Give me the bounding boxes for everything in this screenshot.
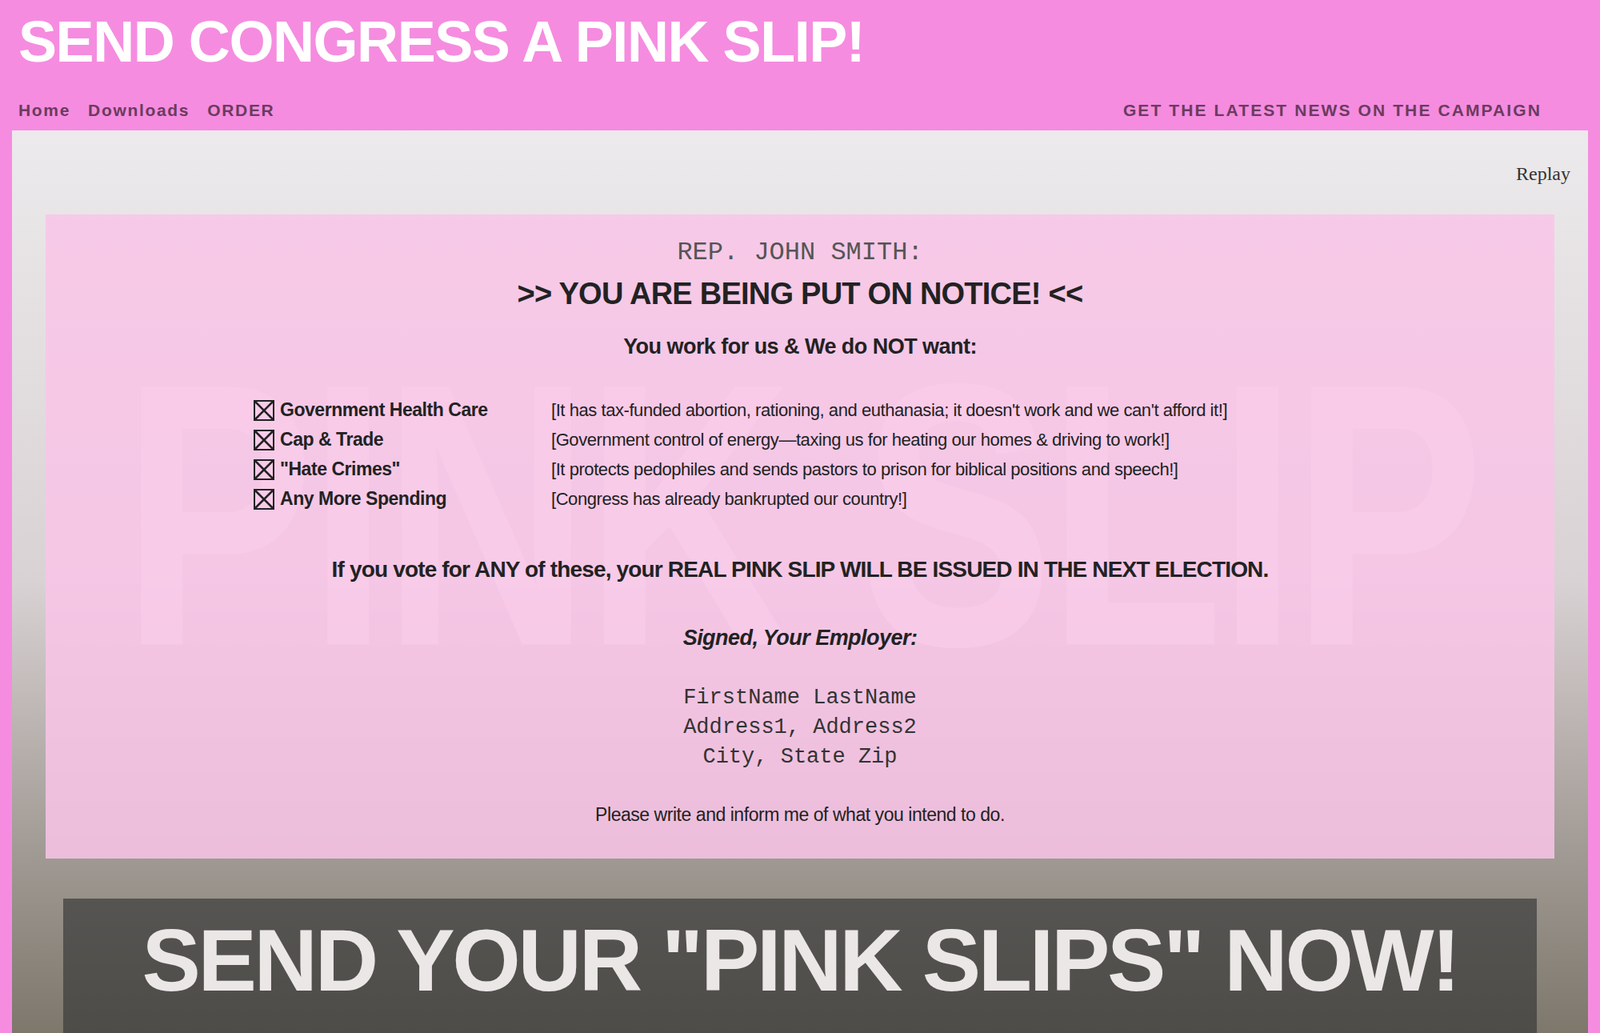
address-line: Address1, Address2: [683, 712, 917, 743]
intro: You work for us & We do NOT want:: [45, 332, 1555, 360]
demand-reason: [It has tax-funded abortion, rationing, …: [551, 396, 1228, 424]
news-link[interactable]: GET THE LATEST NEWS ON THE CAMPAIGN: [1123, 97, 1542, 124]
demand-label: Cap & Trade: [280, 425, 384, 454]
address-line: FirstName LastName: [683, 683, 917, 713]
demand-label: Any More Spending: [280, 484, 447, 513]
signature: Signed, Your Employer:: [45, 624, 1555, 652]
checkbox-x-icon[interactable]: [252, 399, 276, 422]
checkbox-x-icon[interactable]: [252, 428, 276, 452]
capitol-photo: PINK SLIPReplayREP. JOHN SMITH:>> YOU AR…: [12, 130, 1588, 1033]
warning: If you vote for ANY of these, your REAL …: [45, 555, 1555, 584]
demand-reason: [Government control of energy—taxing us …: [551, 426, 1170, 453]
replay-link[interactable]: Replay: [1516, 159, 1571, 188]
demand-label: Government Health Care: [280, 396, 488, 424]
notice-card: REP. JOHN SMITH: >> YOU ARE BEING PUT ON …: [45, 214, 1555, 859]
demand-row: "Hate Crimes" [It protects pedophiles and…: [252, 454, 1555, 484]
demand-row: Cap & Trade [Government control of energy…: [252, 424, 1555, 455]
demand-label: "Hate Crimes": [280, 455, 400, 484]
addressee: REP. JOHN SMITH:: [45, 236, 1555, 269]
headline: >> YOU ARE BEING PUT ON NOTICE! <<: [45, 275, 1555, 312]
demands-list: Government Health Care [It has tax-funded…: [45, 395, 1555, 514]
nav-bar: Home Downloads ORDER GET THE LATEST NEWS ON…: [18, 97, 1582, 124]
closing: Please write and inform me of what you i…: [45, 802, 1555, 827]
site-title: SEND CONGRESS A PINK SLIP!: [18, 12, 1582, 71]
demand-row: Any More Spending [Congress has already b…: [252, 484, 1555, 514]
address-block: FirstName LastNameAddress1, Address2City…: [45, 683, 1555, 772]
content-frame: PINK SLIPReplayREP. JOHN SMITH:>> YOU AR…: [0, 130, 1600, 1033]
checkbox-x-icon[interactable]: [252, 488, 276, 511]
address-line: City, State Zip: [702, 742, 897, 772]
banner-text[interactable]: SEND YOUR "PINK SLIPS" NOW!: [141, 910, 1458, 1009]
demand-reason: [It protects pedophiles and sends pastor…: [551, 456, 1179, 483]
nav-link[interactable]: Home: [18, 97, 71, 124]
checkbox-x-icon[interactable]: [252, 458, 276, 481]
nav-link[interactable]: Downloads: [88, 97, 190, 124]
demand-reason: [Congress has already bankrupted our cou…: [551, 485, 907, 512]
banner: SEND YOUR "PINK SLIPS" NOW!: [63, 898, 1537, 1033]
header: SEND CONGRESS A PINK SLIP! Home Downloads O…: [0, 0, 1600, 131]
page: SEND CONGRESS A PINK SLIP! Home Downloads O…: [0, 0, 1600, 1033]
demand-row: Government Health Care [It has tax-funded…: [252, 395, 1555, 425]
nav-link[interactable]: ORDER: [207, 97, 275, 124]
